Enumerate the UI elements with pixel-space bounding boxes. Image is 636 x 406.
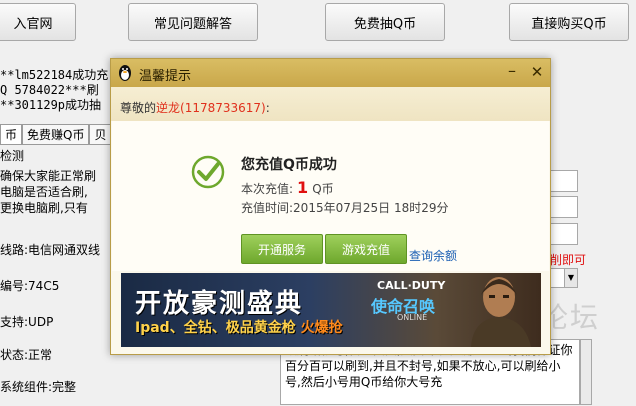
status-line-protocol: 支持:UDP [0,315,54,329]
amount-label: 本次充值: [241,182,294,196]
status-line-code: 编号:74C5 [0,279,60,293]
panel-text-line: 更换电脑刷,只有 [0,201,88,215]
status-line-network: 线路:电信网通双线 [0,243,101,257]
panel-text-line: 确保大家能正常刷 [0,169,97,183]
greeting-suffix: : [265,101,270,115]
chevron-down-icon: ▼ [564,269,577,287]
recharge-success-dialog: 温馨提示 – ✕ 尊敬的逆龙(1178733617): 您充值Q币成功 本次充值… [110,58,551,355]
panel-heading: 检测 [0,149,25,163]
open-service-button[interactable]: 开通服务 [241,234,323,264]
buy-qcoin-button[interactable]: 直接购买Q币 [509,3,629,41]
amount-value: 1 [297,178,309,197]
banner-title: 开放豪测盛典 [135,289,304,319]
amount-unit: Q币 [312,182,334,196]
log-line: **301129p成功抽 [0,98,102,112]
promo-banner[interactable]: 开放豪测盛典 Ipad、全钻、极品黄金枪 火爆抢 CALL·DUTY 使命召唤 … [121,273,541,347]
amount-row: 本次充值: 1 Q币 [241,178,334,197]
close-button[interactable]: ✕ [528,63,546,81]
time-value: 2015年07月25日 18时29分 [293,201,449,215]
banner-subtitle-main: Ipad、全钻、极品黄金枪 [135,320,296,336]
status-line-components: 系统组件:完整 [0,380,77,394]
greeting-prefix: 尊敬的 [120,101,157,115]
greeting: 尊敬的逆龙(1178733617): [120,99,270,116]
panel-text-line: 电脑是否适合刷, [0,185,88,199]
dropdown[interactable]: ▼ [548,268,578,288]
banner-subtitle: Ipad、全钻、极品黄金枪 火爆抢 [135,317,343,337]
dialog-title: 温馨提示 [139,69,192,84]
left-panel: 检测 确保大家能正常刷 电脑是否适合刷, 更换电脑刷,只有 [0,144,110,406]
game-recharge-button[interactable]: 游戏充值 [325,234,407,264]
success-check-icon [191,155,225,189]
soldier-image [471,277,531,347]
input-field[interactable] [548,223,578,245]
time-row: 充值时间:2015年07月25日 18时29分 [241,199,448,216]
tab-bar: 币 免费赚Q币 贝 [0,124,112,144]
game-brand-online: ONLINE [397,313,428,322]
tab-free-earn[interactable]: 免费赚Q币 [22,124,90,144]
query-balance-link[interactable]: 查询余额 [409,247,457,264]
free-draw-qcoin-button[interactable]: 免费抽Q币 [325,3,445,41]
minimize-button[interactable]: – [503,63,521,81]
game-brand-en: CALL·DUTY [377,279,446,292]
tab-qcoin[interactable]: 币 [0,124,23,144]
hint-text: 削即可 [550,253,587,267]
faq-button[interactable]: 常见问题解答 [128,3,258,41]
user-nickname: 逆龙(1178733617) [156,101,266,115]
status-line-state: 状态:正常 [0,348,53,362]
tab-other[interactable]: 贝 [89,124,112,144]
official-site-button[interactable]: 入官网 [0,3,76,41]
input-field[interactable] [548,196,578,218]
time-label: 充值时间: [241,201,294,215]
banner-subtitle-hot: 火爆抢 [300,320,343,336]
success-message: 您充值Q币成功 [241,157,337,173]
dialog-titlebar[interactable]: 温馨提示 – ✕ [111,59,550,87]
input-field[interactable] [548,170,578,192]
scrollbar[interactable] [580,339,592,405]
penguin-icon [119,65,131,81]
